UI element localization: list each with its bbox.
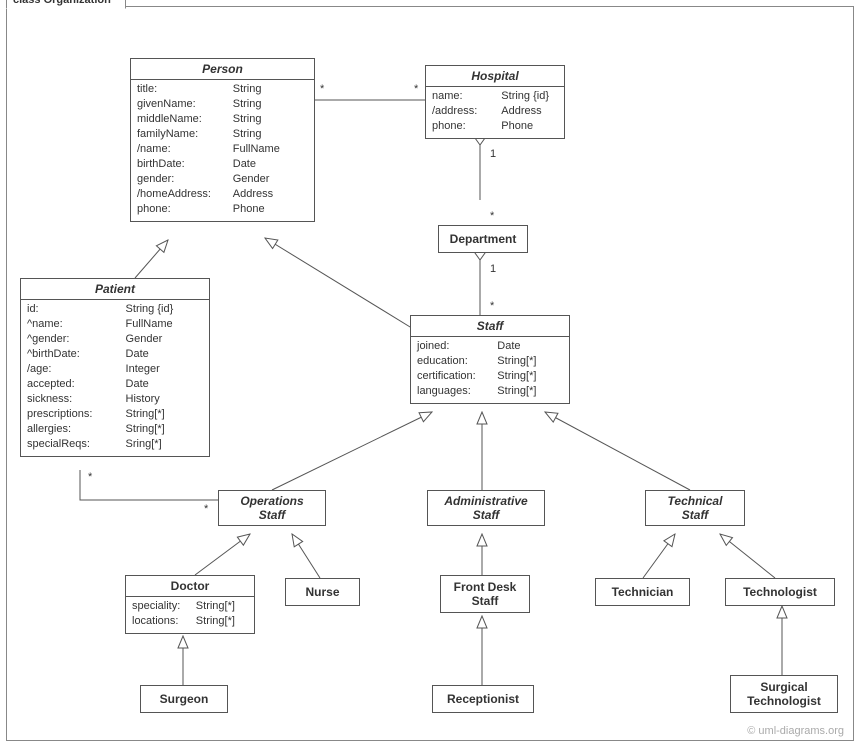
class-technician-name: Technician <box>596 579 689 605</box>
mult-dept-staff-bot: * <box>490 300 494 312</box>
class-receptionist: Receptionist <box>432 685 534 713</box>
class-front-desk-staff: Front Desk Staff <box>440 575 530 613</box>
class-surgeon: Surgeon <box>140 685 228 713</box>
class-technologist: Technologist <box>725 578 835 606</box>
class-person-name: Person <box>131 59 314 80</box>
class-operations-staff: Operations Staff <box>218 490 326 526</box>
class-technologist-name: Technologist <box>726 579 834 605</box>
class-doctor-attrs: speciality:String[*] locations:String[*] <box>126 597 254 633</box>
class-receptionist-name: Receptionist <box>433 686 533 712</box>
mult-dept-staff-top: 1 <box>490 263 496 275</box>
class-technician: Technician <box>595 578 690 606</box>
class-staff: Staff joined:Date education:String[*] ce… <box>410 315 570 404</box>
mult-person-hospital-right: * <box>414 83 418 95</box>
class-doctor: Doctor speciality:String[*] locations:St… <box>125 575 255 634</box>
class-administrative-staff-name: Administrative Staff <box>428 491 544 525</box>
class-administrative-staff: Administrative Staff <box>427 490 545 526</box>
class-nurse-name: Nurse <box>286 579 359 605</box>
mult-patient-ops-right: * <box>204 503 208 515</box>
class-staff-name: Staff <box>411 316 569 337</box>
class-surgical-technologist: Surgical Technologist <box>730 675 838 713</box>
class-operations-staff-name: Operations Staff <box>219 491 325 525</box>
class-patient-name: Patient <box>21 279 209 300</box>
class-front-desk-staff-name: Front Desk Staff <box>441 576 529 612</box>
class-person: Person title:String givenName:String mid… <box>130 58 315 222</box>
class-hospital: Hospital name:String {id} /address:Addre… <box>425 65 565 139</box>
class-staff-attrs: joined:Date education:String[*] certific… <box>411 337 569 403</box>
class-technical-staff: Technical Staff <box>645 490 745 526</box>
class-department: Department <box>438 225 528 253</box>
class-doctor-name: Doctor <box>126 576 254 597</box>
frame-title: class Organization <box>6 0 126 9</box>
watermark: © uml-diagrams.org <box>747 725 844 737</box>
class-patient: Patient id:String {id} ^name:FullName ^g… <box>20 278 210 457</box>
mult-hospital-dept-top: 1 <box>490 148 496 160</box>
class-patient-attrs: id:String {id} ^name:FullName ^gender:Ge… <box>21 300 209 456</box>
class-surgical-technologist-name: Surgical Technologist <box>731 676 837 712</box>
class-hospital-attrs: name:String {id} /address:Address phone:… <box>426 87 564 138</box>
class-nurse: Nurse <box>285 578 360 606</box>
class-technical-staff-name: Technical Staff <box>646 491 744 525</box>
class-surgeon-name: Surgeon <box>141 686 227 712</box>
class-department-name: Department <box>439 226 527 252</box>
mult-patient-ops-left: * <box>88 471 92 483</box>
uml-canvas: class Organization <box>0 0 860 747</box>
class-hospital-name: Hospital <box>426 66 564 87</box>
mult-hospital-dept-bot: * <box>490 210 494 222</box>
class-person-attrs: title:String givenName:String middleName… <box>131 80 314 221</box>
mult-person-hospital-left: * <box>320 83 324 95</box>
